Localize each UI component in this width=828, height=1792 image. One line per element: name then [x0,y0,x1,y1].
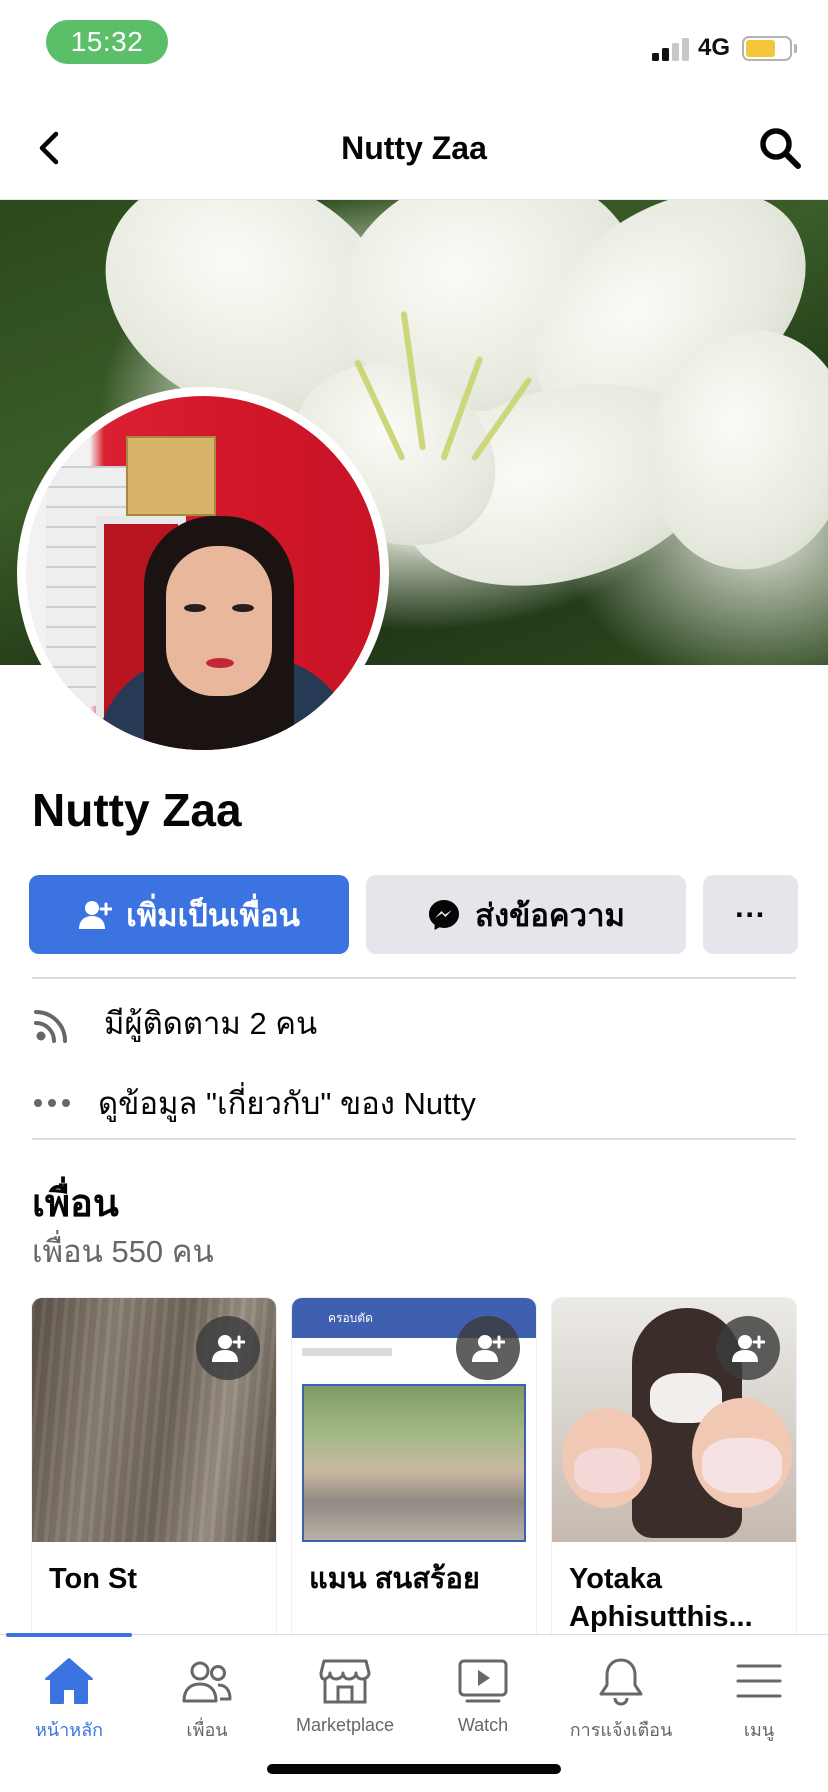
friend-name[interactable]: แมน สนสร้อย [309,1560,526,1598]
page-title: Nutty Zaa [341,130,487,166]
more-dots-icon [34,1099,70,1107]
divider [32,1138,796,1140]
add-friend-label: เพิ่มเป็นเพื่อน [126,897,300,933]
friend-name[interactable]: Yotaka Aphisutthis... [569,1560,786,1636]
home-indicator [267,1764,561,1774]
messenger-icon [429,899,460,930]
about-row[interactable]: ดูข้อมูล "เกี่ยวกับ" ของ Nutty [32,1073,796,1133]
tab-friends-label: เพื่อน [186,1720,228,1740]
avatar-photo [26,396,380,750]
add-friend-icon [212,1335,245,1362]
tab-menu-label: เมนู [743,1720,775,1740]
add-friend-small-button[interactable] [456,1316,520,1380]
battery-cap [794,44,797,53]
message-label: ส่งข้อความ [475,897,625,933]
photo-header-text: ครอบตัด [328,1311,373,1325]
tab-home-label: หน้าหลัก [34,1720,104,1740]
friends-section-title: เพื่อน [32,1183,119,1225]
friend-card[interactable]: Yotaka Aphisutthis... [552,1298,796,1638]
tab-notifications[interactable]: การแจ้งเตือน [552,1635,690,1745]
about-text: ดูข้อมูล "เกี่ยวกับ" ของ Nutty [98,1086,476,1121]
friends-count: เพื่อน 550 คน [32,1234,214,1269]
add-friend-icon [79,900,113,929]
search-icon [760,128,801,169]
friend-name[interactable]: Ton St [49,1560,266,1598]
bell-icon [599,1658,643,1706]
profile-avatar[interactable] [17,387,389,759]
tab-watch[interactable]: Watch [414,1635,552,1745]
friends-icon [182,1661,232,1703]
friend-card[interactable]: ครอบตัด แมน สนสร้อย [292,1298,536,1638]
tab-watch-label: Watch [457,1715,509,1735]
watch-icon [458,1659,508,1703]
tab-home[interactable]: หน้าหลัก [0,1635,138,1745]
nav-header: Nutty Zaa [0,96,828,200]
status-time: 15:32 [46,20,168,64]
add-friend-small-button[interactable] [196,1316,260,1380]
rss-follow-icon [34,1010,67,1043]
friend-card[interactable]: Ton St [32,1298,276,1638]
more-options-label: ··· [735,896,766,932]
marketplace-icon [319,1659,371,1704]
add-friend-small-button[interactable] [716,1316,780,1380]
network-label: 4G [698,34,731,61]
add-friend-icon [472,1335,505,1362]
menu-icon [736,1664,782,1698]
tab-menu[interactable]: เมนู [690,1635,828,1745]
tab-friends[interactable]: เพื่อน [138,1635,276,1745]
tab-marketplace-label: Marketplace [295,1715,395,1735]
tab-notifications-label: การแจ้งเตือน [569,1720,673,1740]
followers-text: มีผู้ติดตาม 2 คน [104,1006,318,1041]
home-icon [45,1658,93,1704]
more-options-button[interactable]: ··· [703,875,798,954]
add-friend-button[interactable]: เพิ่มเป็นเพื่อน [29,875,349,954]
profile-name: Nutty Zaa [32,784,242,836]
signal-icon [652,37,690,61]
divider [32,977,796,979]
search-button[interactable] [756,124,804,172]
tab-marketplace[interactable]: Marketplace [276,1635,414,1745]
followers-row[interactable]: มีผู้ติดตาม 2 คน [32,993,796,1053]
status-bar: 15:32 4G [0,0,828,96]
battery-icon [742,36,792,61]
battery-level [746,40,775,57]
add-friend-icon [732,1335,765,1362]
message-button[interactable]: ส่งข้อความ [366,875,686,954]
